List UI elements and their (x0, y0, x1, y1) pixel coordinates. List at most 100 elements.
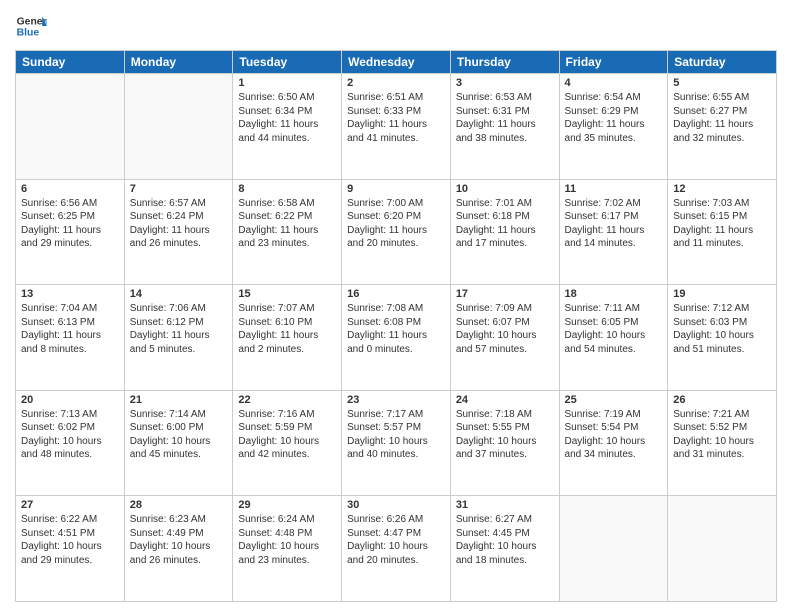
cell-line: Sunset: 6:05 PM (565, 316, 663, 330)
cell-line: and 38 minutes. (456, 132, 554, 146)
cell-line: Daylight: 11 hours (456, 224, 554, 238)
cell-line: Sunrise: 7:08 AM (347, 302, 445, 316)
cell-line: Sunset: 6:34 PM (238, 105, 336, 119)
cell-line: Sunset: 6:25 PM (21, 210, 119, 224)
day-cell: 21Sunrise: 7:14 AMSunset: 6:00 PMDayligh… (124, 390, 233, 496)
cell-line: and 42 minutes. (238, 448, 336, 462)
cell-line: and 0 minutes. (347, 343, 445, 357)
day-number: 3 (456, 77, 554, 89)
day-number: 10 (456, 183, 554, 195)
header-cell-friday: Friday (559, 51, 668, 74)
cell-line: Daylight: 10 hours (456, 435, 554, 449)
header-cell-sunday: Sunday (16, 51, 125, 74)
cell-line: and 23 minutes. (238, 237, 336, 251)
day-cell: 4Sunrise: 6:54 AMSunset: 6:29 PMDaylight… (559, 74, 668, 180)
day-cell: 28Sunrise: 6:23 AMSunset: 4:49 PMDayligh… (124, 496, 233, 602)
cell-line: and 29 minutes. (21, 554, 119, 568)
day-cell: 3Sunrise: 6:53 AMSunset: 6:31 PMDaylight… (450, 74, 559, 180)
cell-line: Sunset: 6:15 PM (673, 210, 771, 224)
day-number: 1 (238, 77, 336, 89)
cell-line: Sunset: 5:52 PM (673, 421, 771, 435)
cell-line: Sunset: 4:51 PM (21, 527, 119, 541)
cell-line: Sunset: 4:45 PM (456, 527, 554, 541)
cell-line: Sunrise: 7:09 AM (456, 302, 554, 316)
cell-line: Daylight: 10 hours (456, 329, 554, 343)
day-cell: 22Sunrise: 7:16 AMSunset: 5:59 PMDayligh… (233, 390, 342, 496)
cell-line: Daylight: 11 hours (673, 224, 771, 238)
cell-line: Daylight: 11 hours (673, 118, 771, 132)
cell-line: and 48 minutes. (21, 448, 119, 462)
cell-line: Daylight: 10 hours (347, 540, 445, 554)
cell-line: Daylight: 10 hours (456, 540, 554, 554)
cell-line: Sunset: 4:49 PM (130, 527, 228, 541)
cell-line: Sunrise: 7:21 AM (673, 408, 771, 422)
cell-line: Daylight: 10 hours (238, 540, 336, 554)
cell-line: Sunrise: 6:27 AM (456, 513, 554, 527)
cell-line: Daylight: 10 hours (673, 435, 771, 449)
cell-line: and 14 minutes. (565, 237, 663, 251)
cell-line: Sunset: 4:47 PM (347, 527, 445, 541)
day-number: 22 (238, 394, 336, 406)
cell-line: Daylight: 10 hours (565, 329, 663, 343)
day-number: 7 (130, 183, 228, 195)
day-cell: 1 Sunrise: 6:50 AMSunset: 6:34 PMDaylight… (233, 74, 342, 180)
cell-line: and 45 minutes. (130, 448, 228, 462)
cell-line: and 32 minutes. (673, 132, 771, 146)
day-cell: 14Sunrise: 7:06 AMSunset: 6:12 PMDayligh… (124, 285, 233, 391)
cell-line: Daylight: 11 hours (456, 118, 554, 132)
cell-line: Sunrise: 7:11 AM (565, 302, 663, 316)
cell-line: and 51 minutes. (673, 343, 771, 357)
header-cell-saturday: Saturday (668, 51, 777, 74)
cell-line: and 17 minutes. (456, 237, 554, 251)
cell-line: Sunrise: 7:17 AM (347, 408, 445, 422)
calendar-table: SundayMondayTuesdayWednesdayThursdayFrid… (15, 50, 777, 602)
week-row-2: 13Sunrise: 7:04 AMSunset: 6:13 PMDayligh… (16, 285, 777, 391)
day-cell: 27Sunrise: 6:22 AMSunset: 4:51 PMDayligh… (16, 496, 125, 602)
day-cell: 8Sunrise: 6:58 AMSunset: 6:22 PMDaylight… (233, 179, 342, 285)
day-cell (559, 496, 668, 602)
day-cell: 5Sunrise: 6:55 AMSunset: 6:27 PMDaylight… (668, 74, 777, 180)
day-cell: 19Sunrise: 7:12 AMSunset: 6:03 PMDayligh… (668, 285, 777, 391)
day-number: 31 (456, 499, 554, 511)
cell-line: Sunset: 6:08 PM (347, 316, 445, 330)
cell-line: Sunrise: 6:50 AM (238, 91, 336, 105)
day-number: 28 (130, 499, 228, 511)
cell-line: and 37 minutes. (456, 448, 554, 462)
day-number: 16 (347, 288, 445, 300)
cell-line: and 26 minutes. (130, 237, 228, 251)
svg-text:Blue: Blue (17, 28, 40, 39)
cell-line: Sunset: 4:48 PM (238, 527, 336, 541)
week-row-0: 1Sunrise: 6:50 AMSunset: 6:34 PMDaylight… (16, 74, 777, 180)
cell-line: Sunrise: 7:04 AM (21, 302, 119, 316)
day-number: 15 (238, 288, 336, 300)
day-cell: 9Sunrise: 7:00 AMSunset: 6:20 PMDaylight… (342, 179, 451, 285)
day-number: 12 (673, 183, 771, 195)
day-cell: 31 Sunrise: 6:27 AMSunset: 4:45 PMDayligh… (450, 496, 559, 602)
cell-line: Sunrise: 6:26 AM (347, 513, 445, 527)
cell-line: Sunrise: 6:22 AM (21, 513, 119, 527)
cell-line: and 8 minutes. (21, 343, 119, 357)
cell-line: Sunrise: 7:18 AM (456, 408, 554, 422)
cell-line: Sunset: 6:29 PM (565, 105, 663, 119)
cell-line: and 44 minutes. (238, 132, 336, 146)
cell-line: Sunrise: 7:16 AM (238, 408, 336, 422)
cell-line: Sunset: 5:54 PM (565, 421, 663, 435)
cell-line: and 29 minutes. (21, 237, 119, 251)
cell-line: Sunset: 6:02 PM (21, 421, 119, 435)
cell-line: Sunrise: 7:03 AM (673, 197, 771, 211)
cell-line: and 57 minutes. (456, 343, 554, 357)
cell-line: Daylight: 11 hours (238, 118, 336, 132)
cell-line: Sunset: 6:07 PM (456, 316, 554, 330)
cell-line: and 23 minutes. (238, 554, 336, 568)
cell-line: Sunset: 6:20 PM (347, 210, 445, 224)
day-number: 29 (238, 499, 336, 511)
cell-line: Sunrise: 7:06 AM (130, 302, 228, 316)
cell-line: and 20 minutes. (347, 554, 445, 568)
day-cell: 18Sunrise: 7:11 AMSunset: 6:05 PMDayligh… (559, 285, 668, 391)
day-cell: 2Sunrise: 6:51 AMSunset: 6:33 PMDaylight… (342, 74, 451, 180)
day-cell: 30Sunrise: 6:26 AMSunset: 4:47 PMDayligh… (342, 496, 451, 602)
header-row: SundayMondayTuesdayWednesdayThursdayFrid… (16, 51, 777, 74)
cell-line: and 54 minutes. (565, 343, 663, 357)
day-cell: 20Sunrise: 7:13 AMSunset: 6:02 PMDayligh… (16, 390, 125, 496)
cell-line: Sunset: 5:55 PM (456, 421, 554, 435)
